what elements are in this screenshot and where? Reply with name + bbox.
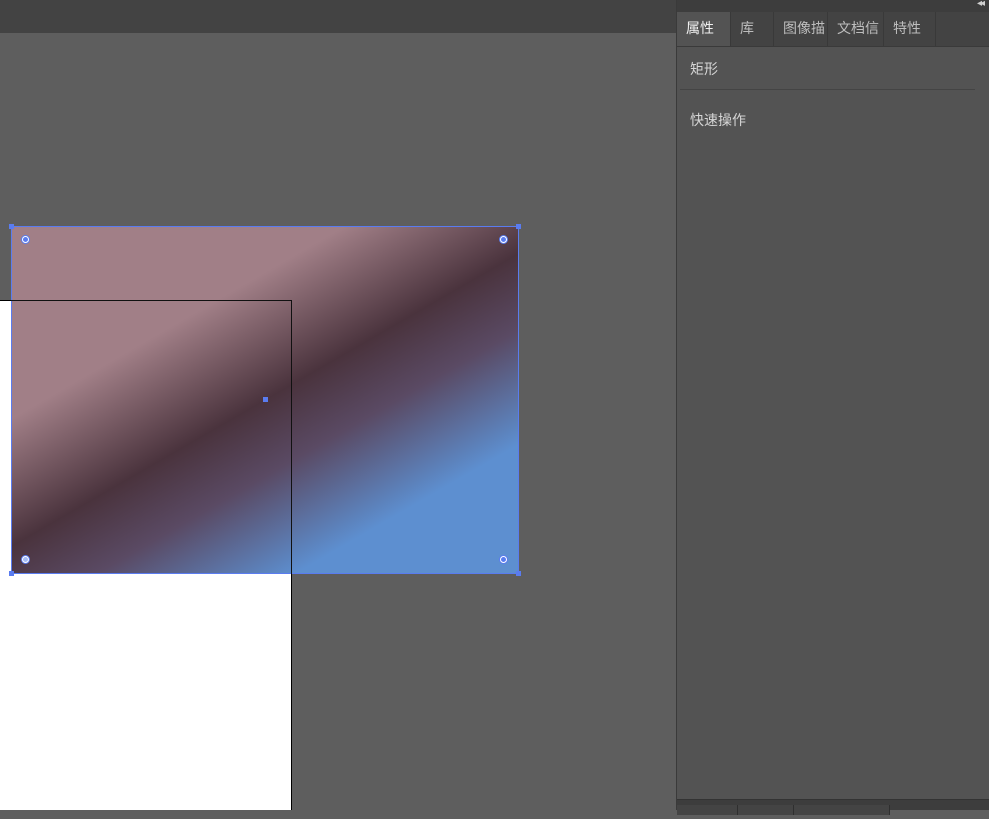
tab-libraries[interactable]: 库: [731, 12, 774, 46]
tab-image-trace[interactable]: 图像描: [774, 12, 828, 46]
tab-properties[interactable]: 属性: [677, 12, 731, 46]
bounding-handle-top-left[interactable]: [9, 224, 14, 229]
corner-widget-top-right[interactable]: [500, 236, 507, 243]
corner-widget-bottom-right[interactable]: [500, 556, 507, 563]
bottom-tab-3[interactable]: [794, 805, 890, 815]
canvas-area[interactable]: [0, 33, 676, 810]
double-chevron-left-icon[interactable]: ◂◂: [977, 0, 985, 9]
document-tab-bar: [0, 0, 676, 34]
object-type-label: 矩形: [690, 62, 718, 78]
properties-panel: ◂◂ 属性 库 图像描 文档信 特性 矩形 快速操作: [676, 0, 989, 815]
quick-actions-title: 快速操作: [690, 113, 746, 129]
tabs-filler: [936, 12, 989, 46]
bounding-handle-bottom-right[interactable]: [516, 571, 521, 576]
panel-tabs: 属性 库 图像描 文档信 特性: [677, 12, 989, 47]
tab-document-info[interactable]: 文档信: [828, 12, 884, 46]
panel-bottom-strip: [677, 799, 989, 815]
corner-widget-top-left[interactable]: [22, 236, 29, 243]
tab-attributes[interactable]: 特性: [884, 12, 936, 46]
artboard-edge-overlay: [11, 300, 292, 574]
bounding-handle-top-right[interactable]: [516, 224, 521, 229]
panel-header-strip: ◂◂: [677, 0, 989, 12]
bottom-tab-1[interactable]: [677, 805, 738, 815]
bottom-tab-2[interactable]: [738, 805, 794, 815]
